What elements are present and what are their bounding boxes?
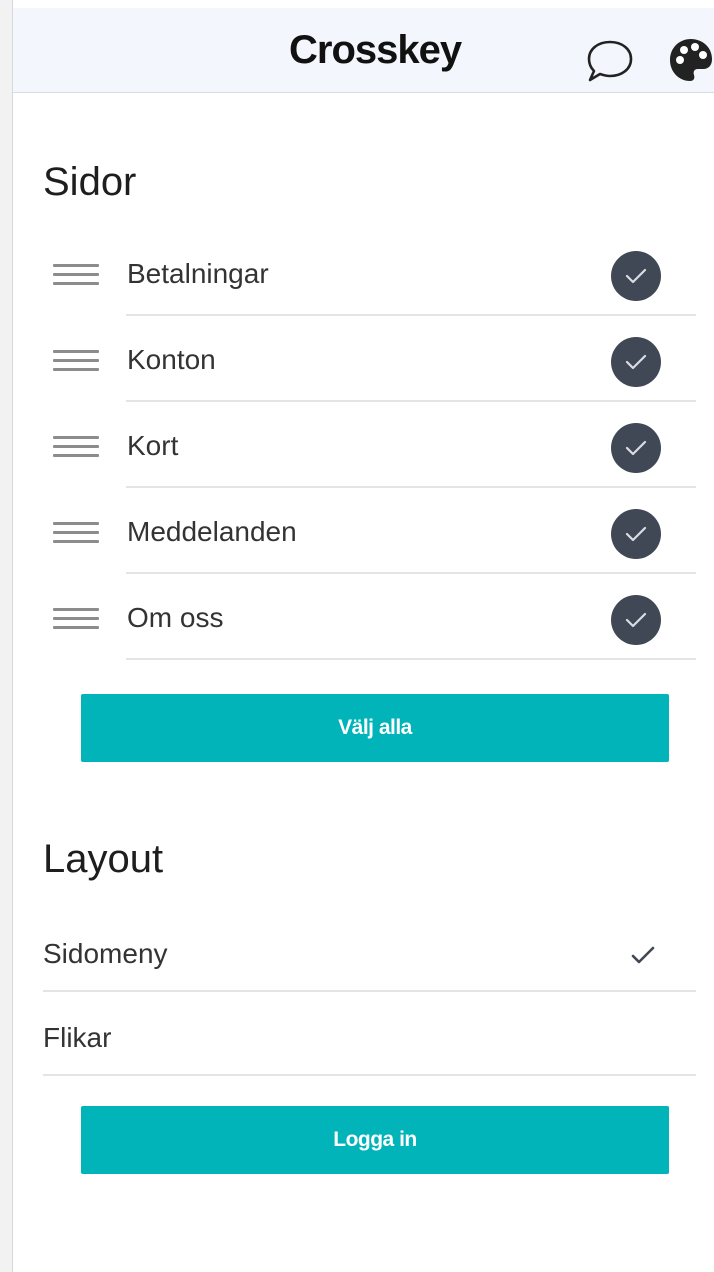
drag-handle-icon[interactable] xyxy=(53,264,99,286)
page-label: Om oss xyxy=(127,602,224,633)
page-row-om-oss[interactable]: Om oss xyxy=(0,574,714,660)
drag-handle-icon[interactable] xyxy=(53,436,99,458)
checkmark-circle-icon[interactable] xyxy=(611,595,661,645)
drag-handle-icon[interactable] xyxy=(53,350,99,372)
page-row-betalningar[interactable]: Betalningar xyxy=(0,230,714,316)
drag-handle-icon[interactable] xyxy=(53,608,99,630)
chat-bubble-icon[interactable] xyxy=(585,38,635,84)
login-button[interactable]: Logga in xyxy=(81,1106,669,1174)
layout-option-label: Flikar xyxy=(43,1022,112,1053)
page-row-meddelanden[interactable]: Meddelanden xyxy=(0,488,714,574)
checkmark-circle-icon[interactable] xyxy=(611,337,661,387)
app-header: Crosskey xyxy=(13,8,714,93)
page-row-kort[interactable]: Kort xyxy=(0,402,714,488)
page-row-konton[interactable]: Konton xyxy=(0,316,714,402)
checkmark-circle-icon[interactable] xyxy=(611,509,661,559)
page-label: Kort xyxy=(127,430,179,461)
layout-section-title: Layout xyxy=(43,837,164,881)
checkmark-circle-icon[interactable] xyxy=(611,423,661,473)
brand-logo: Crosskey xyxy=(289,28,462,72)
layout-option-flikar[interactable]: Flikar xyxy=(0,992,714,1076)
drag-handle-icon[interactable] xyxy=(53,522,99,544)
page-label: Betalningar xyxy=(127,258,269,289)
divider xyxy=(126,658,696,660)
page-label: Meddelanden xyxy=(127,516,297,547)
layout-option-label: Sidomeny xyxy=(43,938,168,969)
checkmark-icon xyxy=(631,946,655,964)
pages-section-title: Sidor xyxy=(43,160,137,204)
palette-icon[interactable] xyxy=(667,36,714,84)
checkmark-circle-icon[interactable] xyxy=(611,251,661,301)
layout-option-sidomeny[interactable]: Sidomeny xyxy=(0,908,714,992)
select-all-button[interactable]: Välj alla xyxy=(81,694,669,762)
divider xyxy=(43,1074,696,1076)
page-label: Konton xyxy=(127,344,216,375)
